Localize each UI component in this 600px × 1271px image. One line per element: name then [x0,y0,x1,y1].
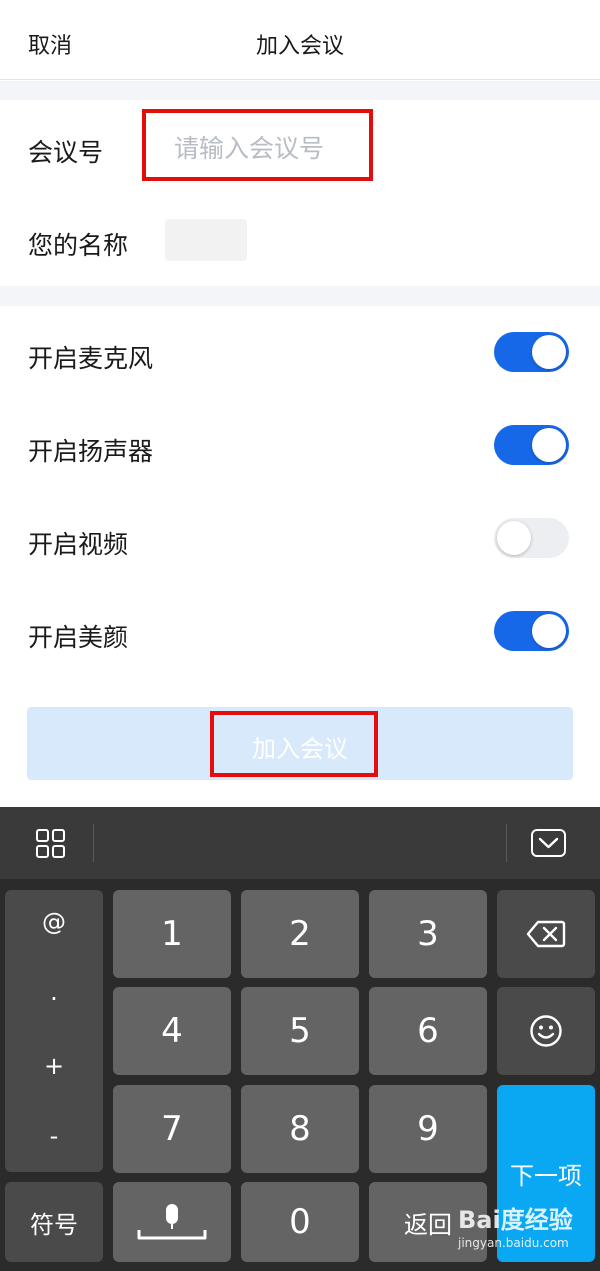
voice-key[interactable] [113,1182,231,1262]
key-7[interactable]: 7 [113,1085,231,1173]
watermark-brand: Bai度经验 [458,1206,573,1234]
meeting-id-label: 会议号 [28,138,104,167]
page-title: 加入会议 [255,34,344,59]
beauty-toggle[interactable] [494,611,569,651]
grid-menu-icon[interactable] [35,828,66,859]
name-row: 您的名称 [0,194,600,286]
watermark-url: jingyan.baidu.com [458,1236,569,1250]
toolbar-divider [506,824,507,862]
key-5[interactable]: 5 [241,987,359,1075]
toggle-knob [532,614,566,648]
key-1[interactable]: 1 [113,890,231,978]
join-meeting-label: 加入会议 [252,736,348,763]
speaker-toggle[interactable] [494,425,569,465]
microphone-icon [137,1204,207,1240]
symbol-column-key[interactable]: @ . + - [5,890,103,1172]
section-gap [0,286,600,306]
toggle-knob [532,335,566,369]
setting-label: 开启麦克风 [28,344,154,373]
microphone-toggle[interactable] [494,332,569,372]
header-bar: 取消 加入会议 [0,0,600,80]
toggle-knob [497,521,531,555]
symbol-plus: + [43,1052,65,1080]
emoji-key[interactable] [497,987,595,1075]
toolbar-divider [93,824,94,862]
key-4[interactable]: 4 [113,987,231,1075]
name-label: 您的名称 [28,231,129,260]
setting-label: 开启视频 [28,530,129,559]
key-3[interactable]: 3 [369,890,487,978]
key-8[interactable]: 8 [241,1085,359,1173]
user-name-value [165,219,247,261]
join-meeting-screen: 取消 加入会议 会议号 您的名称 开启麦克风 开启扬声器 开启视频 开启美颜 加… [0,0,600,1271]
video-toggle[interactable] [494,518,569,558]
symbol-dot: . [50,978,58,1006]
backspace-icon [526,920,566,948]
keyboard-toolbar [0,807,600,879]
meeting-id-input[interactable] [174,130,364,166]
key-2[interactable]: 2 [241,890,359,978]
key-0[interactable]: 0 [241,1182,359,1262]
symbol-minus: - [49,1122,59,1150]
emoji-icon [530,1015,562,1047]
setting-label: 开启扬声器 [28,437,154,466]
key-6[interactable]: 6 [369,987,487,1075]
section-gap [0,81,600,100]
symbol-key[interactable]: 符号 [5,1182,103,1262]
symbol-at: @ [42,908,66,936]
join-meeting-button[interactable]: 加入会议 [27,707,573,780]
baidu-jingyan-watermark: Bai度经验 jingyan.baidu.com [458,1200,573,1250]
hide-keyboard-icon[interactable] [530,828,567,858]
toggle-knob [532,428,566,462]
backspace-key[interactable] [497,890,595,978]
key-9[interactable]: 9 [369,1085,487,1173]
setting-label: 开启美颜 [28,623,129,652]
